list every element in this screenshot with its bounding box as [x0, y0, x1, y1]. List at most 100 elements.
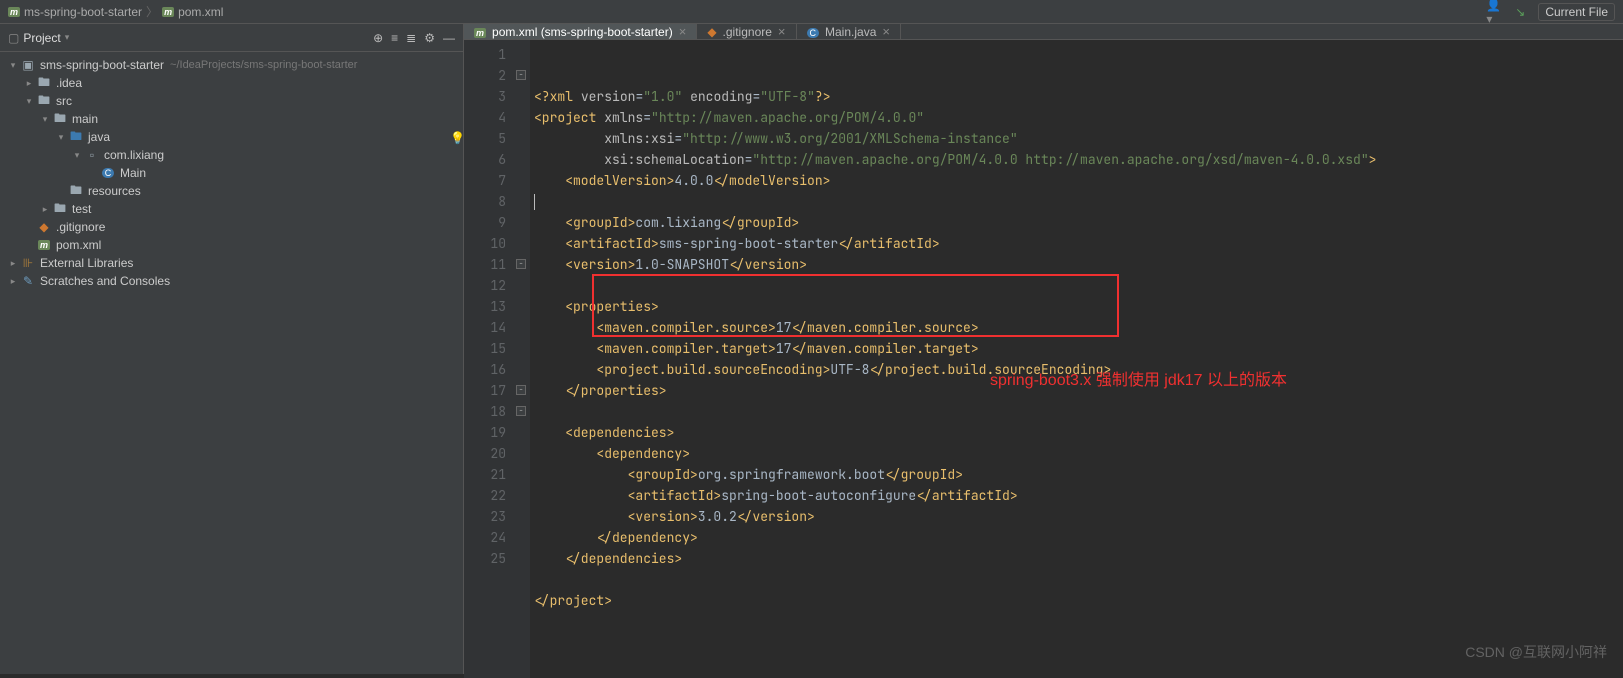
select-opened-icon[interactable]: ⊕ — [373, 31, 383, 45]
code-line[interactable]: </dependencies> — [530, 548, 1623, 569]
line-number[interactable]: 4 — [466, 107, 506, 128]
close-icon[interactable]: × — [679, 24, 687, 39]
code-line[interactable]: <version>3.0.2</version> — [530, 506, 1623, 527]
line-number[interactable]: 24 — [466, 527, 506, 548]
settings-icon[interactable]: ⚙ — [424, 31, 435, 45]
tree-item[interactable]: ✎Scratches and Consoles — [0, 272, 463, 290]
tree-item[interactable]: ◆.gitignore — [0, 218, 463, 236]
code-line[interactable]: xsi:schemaLocation="http://maven.apache.… — [530, 149, 1623, 170]
code-line[interactable]: <artifactId>sms-spring-boot-starter</art… — [530, 233, 1623, 254]
tree-item[interactable]: ⊪External Libraries — [0, 254, 463, 272]
line-number[interactable]: 13 — [466, 296, 506, 317]
code-line[interactable]: <dependencies> — [530, 422, 1623, 443]
fold-toggle-icon[interactable]: - — [516, 259, 526, 269]
line-number[interactable]: 16 — [466, 359, 506, 380]
code-area[interactable]: <?xml version="1.0" encoding="UTF-8"?><p… — [530, 40, 1623, 678]
back-arrow-icon[interactable]: ↘ — [1512, 4, 1528, 20]
line-number[interactable]: 14 — [466, 317, 506, 338]
fold-column[interactable]: - - - - — [514, 40, 530, 678]
code-line[interactable]: <artifactId>spring-boot-autoconfigure</a… — [530, 485, 1623, 506]
code-line[interactable] — [530, 275, 1623, 296]
intention-bulb-icon[interactable]: 💡 — [450, 128, 465, 149]
code-line[interactable]: <maven.compiler.source>17</maven.compile… — [530, 317, 1623, 338]
line-number[interactable]: 3 — [466, 86, 506, 107]
arrow-icon[interactable] — [22, 96, 36, 107]
tree-item[interactable]: ▫com.lixiang — [0, 146, 463, 164]
collapse-all-icon[interactable]: ≣ — [406, 31, 416, 45]
tree-item[interactable]: CMain — [0, 164, 463, 182]
code-line[interactable]: <modelVersion>4.0.0</modelVersion> — [530, 170, 1623, 191]
crumb-project[interactable]: ms-spring-boot-starter — [24, 5, 142, 19]
project-title[interactable]: Project — [23, 31, 60, 45]
line-number[interactable]: 11 — [466, 254, 506, 275]
code-line[interactable]: </project> — [530, 590, 1623, 611]
code-line[interactable]: <maven.compiler.target>17</maven.compile… — [530, 338, 1623, 359]
code-line[interactable]: <properties> — [530, 296, 1623, 317]
crumb-file[interactable]: pom.xml — [178, 5, 223, 19]
project-tree[interactable]: ▣sms-spring-boot-starter~/IdeaProjects/s… — [0, 52, 463, 294]
line-number[interactable]: 5💡 — [466, 128, 506, 149]
user-icon[interactable]: 👤▾ — [1486, 4, 1502, 20]
line-number[interactable]: 20 — [466, 443, 506, 464]
fold-toggle-icon[interactable]: - — [516, 70, 526, 80]
arrow-icon[interactable] — [54, 132, 68, 143]
tree-item[interactable]: 🖿.idea — [0, 74, 463, 92]
code-line[interactable]: xmlns:xsi="http://www.w3.org/2001/XMLSch… — [530, 128, 1623, 149]
code-line[interactable]: </dependency> — [530, 527, 1623, 548]
code-line[interactable]: <groupId>com.lixiang</groupId> — [530, 212, 1623, 233]
line-number[interactable]: 9 — [466, 212, 506, 233]
tree-item[interactable]: 🖿test — [0, 200, 463, 218]
code-line[interactable] — [530, 569, 1623, 590]
editor-tab[interactable]: CMain.java× — [797, 24, 901, 39]
editor-tab[interactable]: ◆.gitignore× — [697, 24, 796, 39]
expand-all-icon[interactable]: ≡ — [391, 31, 398, 45]
tree-label: .gitignore — [56, 220, 105, 234]
tree-item[interactable]: 🖿main — [0, 110, 463, 128]
line-number[interactable]: 2 — [466, 65, 506, 86]
line-number[interactable]: 23 — [466, 506, 506, 527]
close-icon[interactable]: × — [778, 24, 786, 39]
arrow-icon[interactable] — [22, 78, 36, 89]
tree-item[interactable]: mpom.xml — [0, 236, 463, 254]
line-number[interactable]: 6 — [466, 149, 506, 170]
hide-icon[interactable]: — — [443, 31, 455, 45]
tree-label: sms-spring-boot-starter — [40, 58, 164, 72]
line-number[interactable]: 17 — [466, 380, 506, 401]
line-number[interactable]: 21 — [466, 464, 506, 485]
code-line[interactable]: <version>1.0-SNAPSHOT</version> — [530, 254, 1623, 275]
arrow-icon[interactable] — [70, 150, 84, 161]
code-line[interactable]: <dependency> — [530, 443, 1623, 464]
tree-item[interactable]: 🖿src — [0, 92, 463, 110]
line-number[interactable]: 7 — [466, 170, 506, 191]
code-line[interactable]: <groupId>org.springframework.boot</group… — [530, 464, 1623, 485]
code-line[interactable]: <project xmlns="http://maven.apache.org/… — [530, 107, 1623, 128]
code-line[interactable] — [530, 401, 1623, 422]
line-number[interactable]: 18 — [466, 401, 506, 422]
tree-item[interactable]: ▣sms-spring-boot-starter~/IdeaProjects/s… — [0, 56, 463, 74]
tree-item[interactable]: 🖿java — [0, 128, 463, 146]
arrow-icon[interactable] — [6, 258, 20, 269]
line-number[interactable]: 22 — [466, 485, 506, 506]
project-dropdown-icon[interactable]: ▢ — [8, 31, 19, 45]
run-config-selector[interactable]: Current File — [1538, 3, 1615, 21]
code-line[interactable] — [530, 191, 1623, 212]
tree-item[interactable]: 🖿resources — [0, 182, 463, 200]
fold-toggle-icon[interactable]: - — [516, 385, 526, 395]
arrow-icon[interactable] — [38, 114, 52, 125]
line-number[interactable]: 15 — [466, 338, 506, 359]
close-icon[interactable]: × — [882, 24, 890, 39]
editor-tab[interactable]: mpom.xml (sms-spring-boot-starter)× — [464, 24, 697, 39]
line-gutter[interactable]: 12345💡6789101112131415161718192021222324… — [464, 40, 514, 678]
line-number[interactable]: 1 — [466, 44, 506, 65]
arrow-icon[interactable] — [6, 276, 20, 287]
chevron-down-icon[interactable]: ▾ — [65, 32, 70, 43]
line-number[interactable]: 8 — [466, 191, 506, 212]
line-number[interactable]: 25 — [466, 548, 506, 569]
arrow-icon[interactable] — [6, 60, 20, 71]
code-line[interactable]: <?xml version="1.0" encoding="UTF-8"?> — [530, 86, 1623, 107]
line-number[interactable]: 19 — [466, 422, 506, 443]
line-number[interactable]: 12 — [466, 275, 506, 296]
arrow-icon[interactable] — [38, 204, 52, 215]
fold-toggle-icon[interactable]: - — [516, 406, 526, 416]
line-number[interactable]: 10 — [466, 233, 506, 254]
